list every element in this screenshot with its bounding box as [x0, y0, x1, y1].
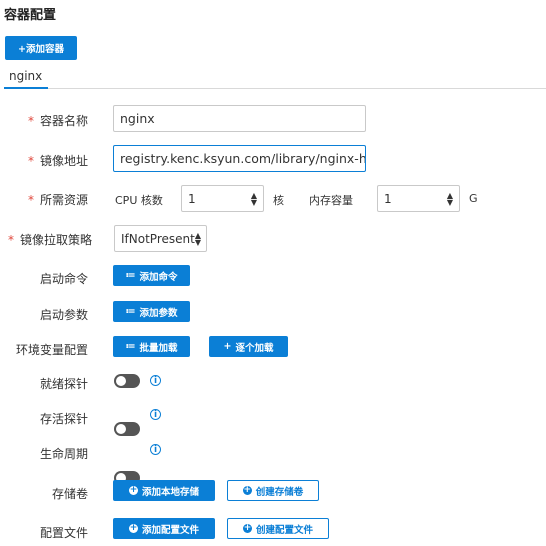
memory-label: 内存容量 — [309, 194, 353, 207]
create-config-file-button[interactable]: + 创建配置文件 — [227, 518, 329, 539]
page-title: 容器配置 — [4, 8, 57, 23]
image-address-label: * 镜像地址 — [27, 154, 88, 168]
list-icon: ≔ — [125, 306, 136, 317]
add-local-storage-button[interactable]: + 添加本地存储 — [113, 480, 215, 501]
plus-circle-icon: + — [242, 485, 252, 495]
liveness-toggle[interactable] — [114, 422, 140, 436]
memory-value: 1 — [384, 191, 392, 206]
pull-policy-select[interactable]: IfNotPresent ▲ ▼ — [114, 225, 207, 252]
list-icon: ≔ — [125, 270, 136, 281]
stepper-arrows-icon[interactable]: ▲ ▼ — [447, 191, 453, 206]
resources-label: * 所需资源 — [27, 193, 88, 207]
tab-nginx[interactable]: nginx — [9, 69, 42, 83]
lifecycle-label: 生命周期 — [39, 447, 88, 461]
args-label: 启动参数 — [39, 308, 88, 322]
plus-circle-icon: + — [128, 485, 138, 495]
select-arrows-icon: ▲ ▼ — [194, 230, 201, 247]
env-label: 环境变量配置 — [15, 343, 88, 357]
memory-unit: G — [469, 192, 478, 205]
stepper-arrows-icon[interactable]: ▲ ▼ — [251, 191, 257, 206]
plus-icon: + — [223, 341, 232, 352]
cpu-stepper[interactable]: 1 ▲ ▼ — [181, 185, 264, 212]
add-config-file-button[interactable]: + 添加配置文件 — [113, 518, 215, 539]
single-load-button[interactable]: + 逐个加载 — [209, 336, 288, 357]
required-asterisk: * — [8, 233, 14, 247]
liveness-label: 存活探针 — [39, 412, 88, 426]
readiness-label: 就绪探针 — [39, 377, 88, 391]
memory-stepper[interactable]: 1 ▲ ▼ — [377, 185, 460, 212]
info-icon[interactable]: i — [150, 375, 161, 386]
tab-active-indicator — [4, 87, 48, 89]
info-icon[interactable]: i — [150, 444, 161, 455]
add-container-button[interactable]: +添加容器 — [5, 36, 77, 60]
plus-circle-icon: + — [242, 523, 252, 533]
image-address-input[interactable]: registry.kenc.ksyun.com/library/nginx-he… — [113, 145, 366, 172]
tab-divider — [4, 88, 546, 89]
batch-load-button[interactable]: ≔ 批量加载 — [113, 336, 190, 357]
add-command-button[interactable]: ≔ 添加命令 — [113, 265, 190, 286]
pull-policy-label: * 镜像拉取策略 — [8, 233, 93, 247]
container-name-label: * 容器名称 — [27, 114, 88, 128]
volumes-label: 存储卷 — [51, 487, 88, 501]
create-volume-button[interactable]: + 创建存储卷 — [227, 480, 319, 501]
cpu-value: 1 — [188, 191, 196, 206]
required-asterisk: * — [27, 193, 34, 207]
add-args-button[interactable]: ≔ 添加参数 — [113, 301, 190, 322]
cpu-label: CPU 核数 — [115, 194, 163, 207]
required-asterisk: * — [27, 154, 34, 168]
config-files-label: 配置文件 — [39, 526, 88, 540]
info-icon[interactable]: i — [150, 409, 161, 420]
readiness-toggle[interactable] — [114, 374, 140, 388]
list-icon: ≔ — [125, 341, 136, 352]
plus-circle-icon: + — [128, 523, 138, 533]
container-name-input[interactable]: nginx — [113, 105, 366, 132]
required-asterisk: * — [27, 114, 34, 128]
pull-policy-value: IfNotPresent — [121, 231, 195, 246]
cpu-unit: 核 — [273, 194, 284, 207]
command-label: 启动命令 — [39, 272, 88, 286]
